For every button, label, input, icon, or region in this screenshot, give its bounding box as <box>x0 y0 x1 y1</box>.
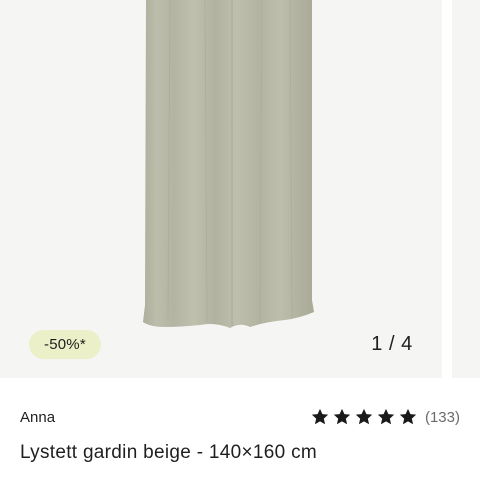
gallery-slide-current[interactable]: -50%* 1 / 4 <box>0 0 442 378</box>
review-count[interactable]: (133) <box>425 409 460 426</box>
slide-counter: 1 / 4 <box>371 333 413 355</box>
brand-name[interactable]: Anna <box>20 409 55 426</box>
discount-badge: -50%* <box>29 330 101 359</box>
product-page: -50%* 1 / 4 Anna (133) Lystett gardin be… <box>0 0 480 480</box>
gallery-slide-next[interactable] <box>452 0 480 378</box>
star-icon <box>310 407 330 427</box>
product-image-gallery[interactable]: -50%* 1 / 4 <box>0 0 480 378</box>
product-rating[interactable]: (133) <box>310 407 460 427</box>
star-icon <box>332 407 352 427</box>
product-title: Lystett gardin beige - 140×160 cm <box>20 442 318 463</box>
star-icon <box>354 407 374 427</box>
star-icon <box>376 407 396 427</box>
star-icon <box>398 407 418 427</box>
product-image-curtain <box>143 0 314 328</box>
